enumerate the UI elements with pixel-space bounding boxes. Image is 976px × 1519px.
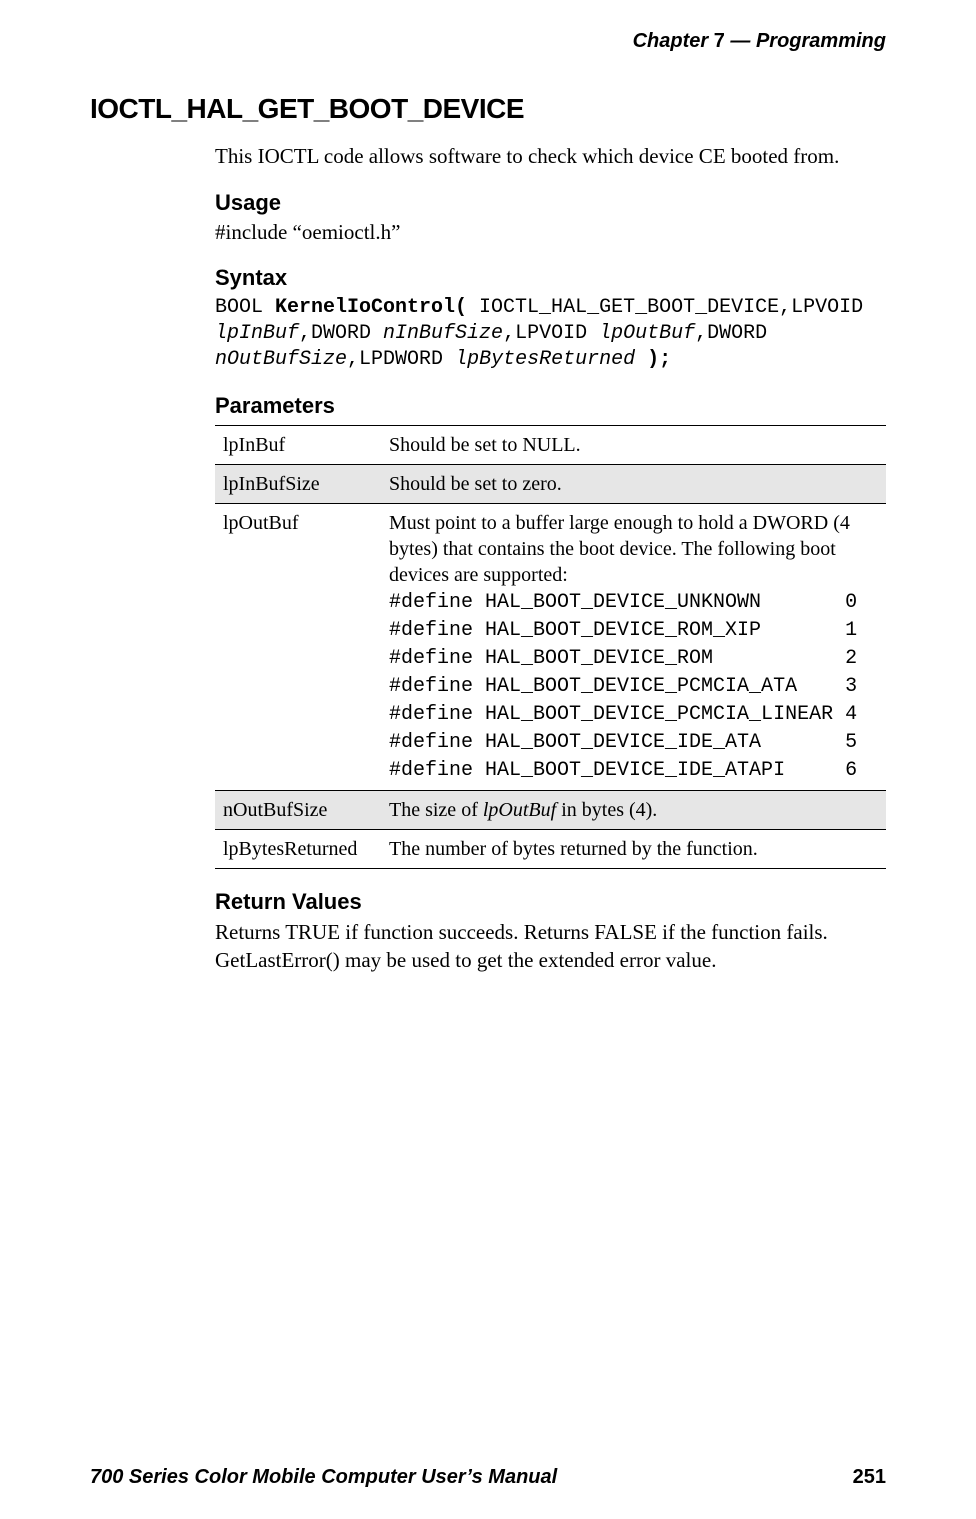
syntax-frag: IOCTL_HAL_GET_BOOT_DEVICE,LPVOID <box>467 296 863 319</box>
table-row: lpBytesReturned The number of bytes retu… <box>215 830 886 869</box>
syntax-code: BOOL KernelIoControl( IOCTL_HAL_GET_BOOT… <box>215 295 886 373</box>
table-row: lpInBufSize Should be set to zero. <box>215 465 886 504</box>
param-desc: Must point to a buffer large enough to h… <box>381 504 886 791</box>
header-separator: — <box>730 30 750 52</box>
param-name: lpOutBuf <box>215 504 381 791</box>
parameters-table: lpInBuf Should be set to NULL. lpInBufSi… <box>215 425 886 869</box>
manual-title: 700 Series Color Mobile Computer User’s … <box>90 1466 557 1489</box>
chapter-title: Programming <box>756 30 886 52</box>
usage-include: #include “oemioctl.h” <box>215 220 886 245</box>
syntax-frag: ,LPDWORD <box>347 348 455 371</box>
page-footer: 700 Series Color Mobile Computer User’s … <box>90 1466 886 1489</box>
chapter-label: Chapter <box>633 30 709 52</box>
syntax-end: ); <box>635 348 671 371</box>
param-name: nOutBufSize <box>215 791 381 830</box>
content-body: This IOCTL code allows software to check… <box>215 143 886 974</box>
param-desc-pre: The size of <box>389 799 483 821</box>
return-values-heading: Return Values <box>215 889 886 915</box>
param-desc: The number of bytes returned by the func… <box>381 830 886 869</box>
syntax-param: nOutBufSize <box>215 348 347 371</box>
syntax-param: lpOutBuf <box>599 322 695 345</box>
page-number: 251 <box>853 1466 886 1489</box>
param-desc-defines: #define HAL_BOOT_DEVICE_UNKNOWN 0 #defin… <box>389 591 857 782</box>
parameters-heading: Parameters <box>215 393 886 419</box>
syntax-frag: ,LPVOID <box>503 322 599 345</box>
syntax-param: lpBytesReturned <box>455 348 635 371</box>
syntax-frag: ,DWORD <box>695 322 767 345</box>
param-desc: The size of lpOutBuf in bytes (4). <box>381 791 886 830</box>
param-name: lpInBuf <box>215 426 381 465</box>
param-name: lpInBufSize <box>215 465 381 504</box>
syntax-frag: BOOL <box>215 296 275 319</box>
usage-heading: Usage <box>215 190 886 216</box>
syntax-heading: Syntax <box>215 265 886 291</box>
param-desc-intro: Must point to a buffer large enough to h… <box>389 512 850 586</box>
table-row: lpInBuf Should be set to NULL. <box>215 426 886 465</box>
syntax-param: nInBufSize <box>383 322 503 345</box>
page-header: Chapter 7 — Programming <box>90 30 886 53</box>
chapter-number: 7 <box>714 30 725 52</box>
return-values-text: Returns TRUE if function succeeds. Retur… <box>215 919 886 974</box>
param-desc: Should be set to NULL. <box>381 426 886 465</box>
param-desc: Should be set to zero. <box>381 465 886 504</box>
table-row: lpOutBuf Must point to a buffer large en… <box>215 504 886 791</box>
param-name: lpBytesReturned <box>215 830 381 869</box>
syntax-param: lpInBuf <box>215 322 299 345</box>
table-row: nOutBufSize The size of lpOutBuf in byte… <box>215 791 886 830</box>
intro-text: This IOCTL code allows software to check… <box>215 143 886 170</box>
param-desc-ital: lpOutBuf <box>483 799 556 821</box>
section-title: IOCTL_HAL_GET_BOOT_DEVICE <box>90 93 886 125</box>
syntax-func: KernelIoControl( <box>275 296 467 319</box>
param-desc-post: in bytes (4). <box>556 799 657 821</box>
syntax-frag: ,DWORD <box>299 322 383 345</box>
